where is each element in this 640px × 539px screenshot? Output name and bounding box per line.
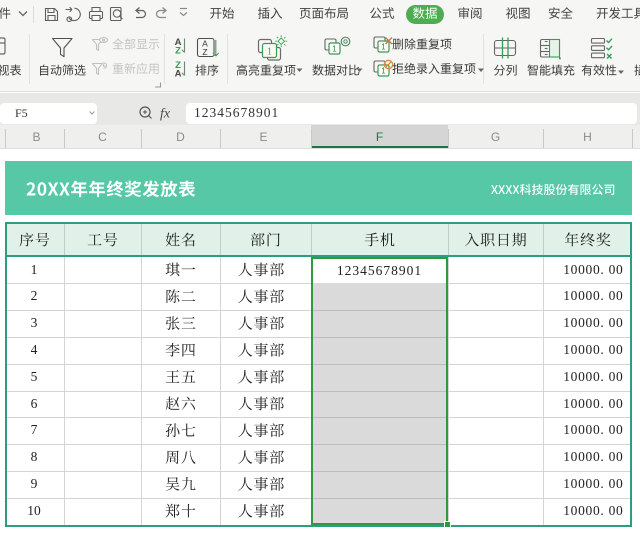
svg-text:1: 1 <box>381 43 386 52</box>
svg-text:fx: fx <box>160 107 171 122</box>
svg-text:1: 1 <box>267 47 272 58</box>
svg-text:Z: Z <box>175 46 181 57</box>
svg-text:Z: Z <box>202 47 207 57</box>
svg-text:1: 1 <box>332 45 337 54</box>
svg-text:A: A <box>175 69 182 80</box>
